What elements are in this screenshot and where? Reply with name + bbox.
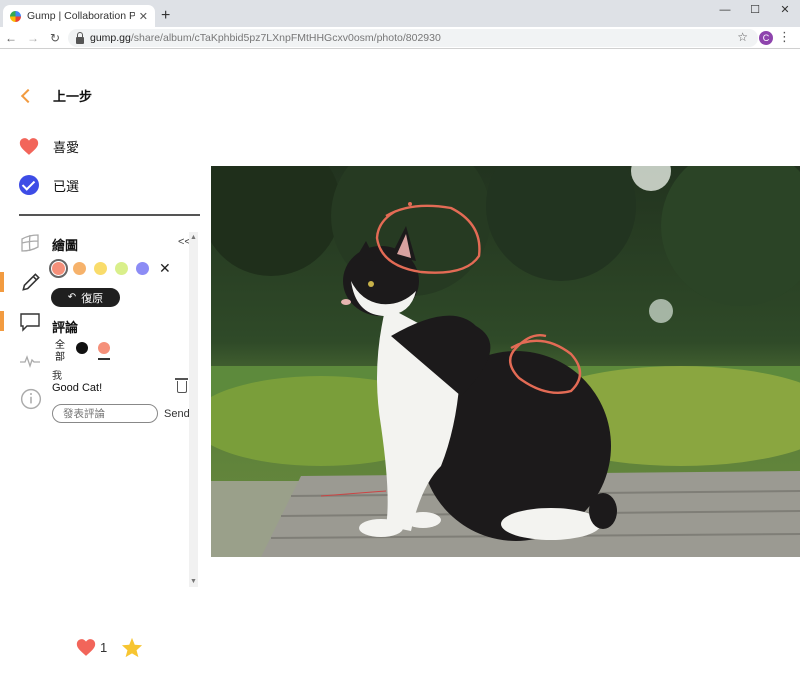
tab-title: Gump | Collaboration Platform: [27, 10, 135, 22]
color-swatch-purple[interactable]: [136, 262, 149, 275]
comment-icon[interactable]: [19, 311, 41, 333]
like-count: 1: [100, 640, 108, 655]
send-button[interactable]: Send: [164, 408, 190, 420]
info-icon[interactable]: [20, 388, 42, 410]
menu-kebab-icon[interactable]: ⋮: [778, 29, 791, 45]
tab-bar: Gump | Collaboration Platform ✕ + — ☐ ✕: [0, 0, 800, 27]
trash-icon[interactable]: [175, 378, 188, 393]
favorite-label: 喜愛: [53, 140, 80, 155]
selected-toggle[interactable]: 已選: [19, 175, 79, 195]
url-host: gump.gg: [90, 32, 131, 44]
scroll-up-icon[interactable]: ▲: [190, 234, 197, 241]
undo-icon: ↶: [67, 292, 77, 303]
close-window-button[interactable]: ✕: [770, 0, 800, 20]
scroll-down-icon[interactable]: ▼: [190, 578, 197, 585]
photo-viewer[interactable]: [211, 166, 800, 557]
comment-active-indicator: [0, 311, 4, 331]
favicon-icon: [10, 10, 21, 22]
draw-active-indicator: [0, 272, 4, 292]
star-icon[interactable]: [121, 637, 143, 658]
clear-drawing-icon[interactable]: ✕: [159, 260, 171, 277]
window-controls: — ☐ ✕: [710, 0, 800, 20]
color-swatch-salmon[interactable]: [49, 259, 68, 278]
address-bar[interactable]: gump.gg/share/album/cTaKphbid5pz7LXnpFMt…: [68, 29, 758, 47]
lock-icon: [76, 31, 84, 44]
color-swatch-lime[interactable]: [115, 262, 128, 275]
comment-author: 我: [52, 371, 62, 382]
back-nav-icon[interactable]: ←: [0, 31, 22, 45]
panel-divider: [19, 214, 200, 216]
color-swatch-yellow[interactable]: [94, 262, 107, 275]
undo-label: 復原: [81, 292, 104, 305]
comment-filter: 全部: [54, 340, 110, 364]
selected-label: 已選: [53, 178, 80, 194]
reload-icon[interactable]: ↻: [44, 31, 66, 45]
undo-button[interactable]: ↶ 復原: [51, 288, 120, 307]
photo-actions: 1: [76, 637, 143, 658]
panel-scrollbar[interactable]: ▲ ▼: [189, 232, 198, 587]
browser-chrome: Gump | Collaboration Platform ✕ + — ☐ ✕ …: [0, 0, 800, 49]
activity-icon[interactable]: [19, 350, 41, 372]
heart-icon: [19, 138, 39, 155]
url-path: /share/album/cTaKphbid5pz7LXnpFMtHHGcxv0…: [130, 32, 441, 44]
forward-nav-icon[interactable]: →: [22, 31, 44, 45]
pencil-icon[interactable]: [20, 271, 42, 293]
nav-bar: ← → ↻ gump.gg/share/album/cTaKphbid5pz7L…: [0, 27, 800, 49]
comment-input[interactable]: [52, 404, 158, 423]
filter-dot-black[interactable]: [76, 342, 88, 354]
favorite-toggle[interactable]: 喜愛: [19, 137, 79, 156]
profile-avatar[interactable]: C: [759, 31, 773, 45]
minimize-button[interactable]: —: [710, 0, 740, 20]
cat-photo: [211, 166, 800, 557]
url-text: gump.gg/share/album/cTaKphbid5pz7LXnpFMt…: [90, 32, 441, 44]
like-heart-icon[interactable]: [76, 638, 96, 657]
filter-dot-salmon[interactable]: [98, 342, 110, 360]
back-link[interactable]: 上一步: [20, 86, 92, 105]
tab-close-icon[interactable]: ✕: [139, 10, 148, 23]
color-swatches: ✕: [49, 259, 171, 278]
color-swatch-orange[interactable]: [73, 262, 86, 275]
layers-icon[interactable]: [19, 232, 41, 254]
comment-text: Good Cat!: [52, 382, 103, 394]
draw-section-title: 繪圖: [52, 238, 79, 253]
browser-tab[interactable]: Gump | Collaboration Platform ✕: [3, 5, 155, 27]
back-label: 上一步: [53, 89, 93, 104]
maximize-button[interactable]: ☐: [740, 0, 770, 20]
new-tab-button[interactable]: +: [161, 7, 170, 25]
comment-section-title: 評論: [52, 320, 79, 335]
check-circle-icon: [19, 175, 39, 195]
chevron-left-icon: [20, 88, 36, 103]
filter-all-option[interactable]: 全部: [54, 340, 66, 364]
bookmark-star-icon[interactable]: ☆: [737, 30, 748, 44]
